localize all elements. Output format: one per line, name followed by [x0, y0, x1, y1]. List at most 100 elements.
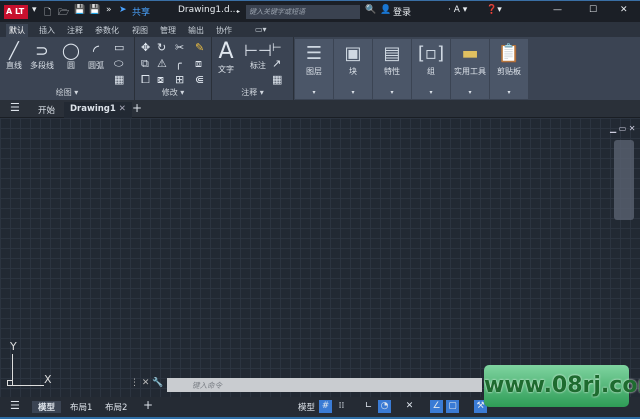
object-snap-tracking-icon[interactable]: ∠	[430, 400, 443, 413]
tab-collaborate[interactable]: 协作	[213, 24, 235, 37]
draw-panel: ╱ 直线 ⊃ 多段线 ◯ 圆 ◜ 圆弧 ▭ ⬭ ▦ 绘图 ▾	[0, 37, 135, 100]
panel-toggle-icon[interactable]: ▭▾	[252, 24, 270, 35]
rectangle-icon[interactable]: ▭	[114, 41, 124, 54]
modify-panel-title[interactable]: 修改 ▾	[135, 87, 211, 98]
group-label: 组	[427, 67, 435, 76]
dimension-icon: ⊢⊣	[244, 41, 272, 60]
annotation-panel-title[interactable]: 注释 ▾	[212, 87, 293, 98]
tab-parametric[interactable]: 参数化	[92, 24, 122, 37]
search-input[interactable]: 键入关键字或短语	[246, 5, 360, 19]
dimension-label: 标注	[249, 61, 266, 70]
share-button[interactable]: 共享	[132, 5, 150, 18]
share-icon[interactable]: ➤	[119, 5, 127, 15]
new-tab-button[interactable]: +	[132, 101, 142, 115]
help-icon[interactable]: ❓▾	[486, 5, 502, 15]
table-icon[interactable]: ▦	[272, 73, 282, 86]
array-icon[interactable]: ⊞	[175, 73, 184, 86]
save-icon[interactable]: 💾	[74, 5, 85, 15]
draw-panel-title[interactable]: 绘图 ▾	[0, 87, 134, 98]
tab-default[interactable]: 默认	[6, 24, 28, 37]
layers-button[interactable]: ☰ 图层 ▾	[295, 39, 333, 99]
block-button[interactable]: ▣ 块 ▾	[334, 39, 372, 99]
app-logo[interactable]: A LT	[4, 5, 28, 19]
command-line-controls[interactable]: ⋮ ✕ 🔧	[130, 378, 163, 388]
trim-icon[interactable]: ✂	[175, 41, 184, 54]
fillet-icon[interactable]: ╭	[175, 57, 182, 70]
move-icon[interactable]: ✥	[141, 41, 150, 54]
tab-output[interactable]: 输出	[185, 24, 207, 37]
add-layout-button[interactable]: +	[143, 398, 153, 412]
minimize-button[interactable]: —	[553, 5, 562, 15]
text-label: 文字	[218, 65, 234, 74]
tab-drawing1[interactable]: Drawing1 ✕	[64, 102, 132, 118]
more-icon[interactable]: »	[106, 5, 112, 15]
utilities-label: 实用工具	[454, 67, 486, 76]
user-icon[interactable]: 👤	[380, 5, 391, 15]
utilities-button[interactable]: ▬ 实用工具 ▾	[451, 39, 489, 99]
polyline-tool[interactable]: ⊃ 多段线	[30, 41, 54, 71]
autodesk-app-icon[interactable]: · A ▾	[448, 5, 467, 15]
drawing-canvas[interactable]: ▁ ▭ ✕ Y X ⋮ ✕ 🔧	[0, 118, 640, 397]
text-icon: A	[218, 39, 234, 64]
mirror-icon[interactable]: ⚠	[157, 57, 167, 70]
tab-start[interactable]: 开始	[38, 104, 55, 116]
search-icon[interactable]: 🔍	[365, 5, 376, 15]
ruler-icon: ▬	[461, 43, 479, 64]
rotate-icon[interactable]: ↻	[157, 41, 166, 54]
watermark: www.08rj.com	[484, 365, 640, 407]
isodraft-icon[interactable]: ✕	[403, 400, 416, 413]
properties-label: 特性	[384, 67, 400, 76]
ucs-y-label: Y	[10, 340, 17, 353]
grid-icon[interactable]: #	[319, 400, 332, 413]
tab-layout2[interactable]: 布局2	[105, 401, 127, 413]
save-as-icon[interactable]: 💾	[89, 5, 100, 15]
tab-insert[interactable]: 插入	[36, 24, 58, 37]
tab-model[interactable]: 模型	[32, 401, 62, 413]
hatch-icon[interactable]: ▦	[114, 73, 124, 86]
close-button[interactable]: ✕	[620, 5, 628, 15]
snap-icon[interactable]: ⁞⁞	[335, 400, 348, 413]
block-icon: ▣	[344, 43, 362, 64]
new-file-icon[interactable]: 🗋	[44, 5, 51, 21]
dimension-tool[interactable]: ⊢⊣ 标注	[244, 41, 272, 71]
copy-icon[interactable]: ⧉	[141, 57, 149, 71]
stretch-icon[interactable]: ⧠	[141, 73, 150, 87]
command-input[interactable]: 键入命令	[167, 378, 482, 392]
explode-icon[interactable]: ⧈	[195, 57, 202, 71]
line-tool[interactable]: ╱ 直线	[6, 41, 22, 71]
tab-manage[interactable]: 管理	[157, 24, 179, 37]
circle-tool[interactable]: ◯ 圆	[62, 41, 80, 71]
clipboard-button[interactable]: 📋 剪贴板 ▾	[490, 39, 528, 99]
login-button[interactable]: 登录	[393, 5, 411, 18]
scale-icon[interactable]: ⧇	[157, 73, 164, 87]
ellipse-icon[interactable]: ⬭	[114, 57, 123, 71]
navigation-bar[interactable]	[614, 140, 634, 220]
properties-button[interactable]: ▤ 特性 ▾	[373, 39, 411, 99]
viewport-controls[interactable]: ▁ ▭ ✕	[610, 124, 636, 133]
modify-panel: ✥ ↻ ✂ ✎ ⧉ ⚠ ╭ ⧈ ⧠ ⧇ ⊞ ⋐ 修改 ▾	[135, 37, 212, 100]
open-file-icon[interactable]: 🗁	[58, 5, 69, 21]
layout-menu-icon[interactable]: ☰	[10, 399, 20, 412]
expand-icon[interactable]: ▸	[237, 8, 240, 15]
text-tool[interactable]: A 文字	[218, 39, 234, 75]
ribbon-tabs: 默认 插入 注释 参数化 视图 管理 输出 协作 ▭▾	[0, 22, 640, 37]
polar-icon[interactable]: ◔	[378, 400, 391, 413]
tab-view[interactable]: 视图	[129, 24, 151, 37]
properties-icon: ▤	[383, 43, 401, 64]
ortho-icon[interactable]: ∟	[362, 400, 375, 413]
object-snap-icon[interactable]: ▢	[446, 400, 459, 413]
close-tab-icon[interactable]: ✕	[119, 104, 126, 114]
tab-annotate[interactable]: 注释	[64, 24, 86, 37]
linear-dim-icon[interactable]: ⊢	[272, 41, 282, 54]
tab-layout1[interactable]: 布局1	[70, 401, 92, 413]
arc-tool[interactable]: ◜ 圆弧	[88, 41, 104, 71]
group-icon: [▫]	[417, 43, 445, 64]
app-menu-chevron-icon[interactable]: ▾	[32, 5, 37, 15]
offset-icon[interactable]: ⋐	[195, 73, 204, 86]
leader-icon[interactable]: ↗	[272, 57, 281, 70]
model-space-button[interactable]: 模型	[298, 401, 315, 413]
group-button[interactable]: [▫] 组 ▾	[412, 39, 450, 99]
maximize-button[interactable]: ☐	[589, 5, 597, 15]
menu-icon[interactable]: ☰	[10, 101, 20, 114]
erase-icon[interactable]: ✎	[195, 41, 204, 54]
